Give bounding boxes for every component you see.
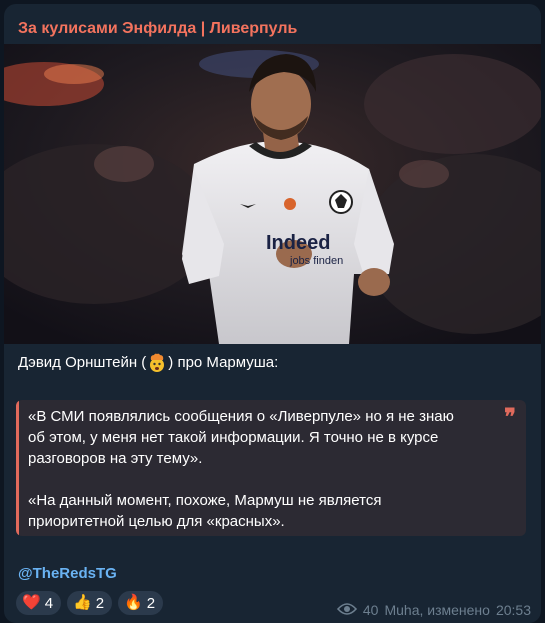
exploding-head-emoji-icon [148, 353, 166, 373]
blockquote-text: «В СМИ появлялись сообщения о «Ливерпуле… [28, 406, 498, 532]
reaction-heart-button[interactable]: ❤️ 4 [16, 591, 62, 615]
reaction-thumbs-up-button[interactable]: 👍 2 [67, 591, 113, 615]
channel-handle-link[interactable]: @TheRedsTG [18, 565, 117, 582]
message-time: 20:53 [495, 602, 531, 618]
quote-line: разговоров на эту тему». [28, 450, 203, 467]
reaction-count: 4 [44, 594, 54, 612]
sponsor-text: Indeed [266, 232, 330, 254]
quote-line: об этом, у меня нет такой информации. Я … [28, 429, 439, 446]
player-photo-illustration: Indeed jobs finden [4, 44, 541, 344]
sponsor-sub-text: jobs finden [289, 255, 343, 267]
quote-line: приоритетной целью для «красных». [28, 513, 285, 530]
reaction-count: 2 [95, 594, 105, 612]
quote-line: «В СМИ появлялись сообщения о «Ливерпуле… [28, 408, 454, 425]
quote-icon: ❞ [504, 404, 516, 430]
intro-text-before: Дэвид Орнштейн ( [18, 354, 147, 371]
reaction-count: 2 [146, 594, 156, 612]
author-edited-label: Muha, изменено [384, 602, 490, 618]
channel-title[interactable]: За кулисами Энфилда | Ливерпуль [18, 20, 297, 38]
message-intro: Дэвид Орнштейн ( ) про Мармуша: [18, 353, 278, 373]
blockquote: ❞ «В СМИ появлялись сообщения о «Ливерпу… [16, 400, 526, 536]
message-photo[interactable]: Indeed jobs finden [4, 44, 541, 344]
reaction-fire-button[interactable]: 🔥 2 [118, 591, 164, 615]
thumbs-up-icon: 👍 [73, 594, 92, 611]
blockquote-accent-bar [16, 400, 19, 536]
message-meta: 40 Muha, изменено 20:53 [336, 602, 531, 618]
quote-line: «На данный момент, похоже, Мармуш не явл… [28, 492, 382, 509]
message-bubble: За кулисами Энфилда | Ливерпуль Indeed j… [4, 4, 541, 623]
heart-icon: ❤️ [22, 594, 41, 611]
intro-text-after: ) про Мармуша: [168, 354, 279, 371]
fire-icon: 🔥 [124, 594, 143, 611]
eye-icon [336, 602, 357, 618]
view-count: 40 [362, 602, 379, 618]
reactions-bar: ❤️ 4 👍 2 🔥 2 [16, 591, 164, 615]
